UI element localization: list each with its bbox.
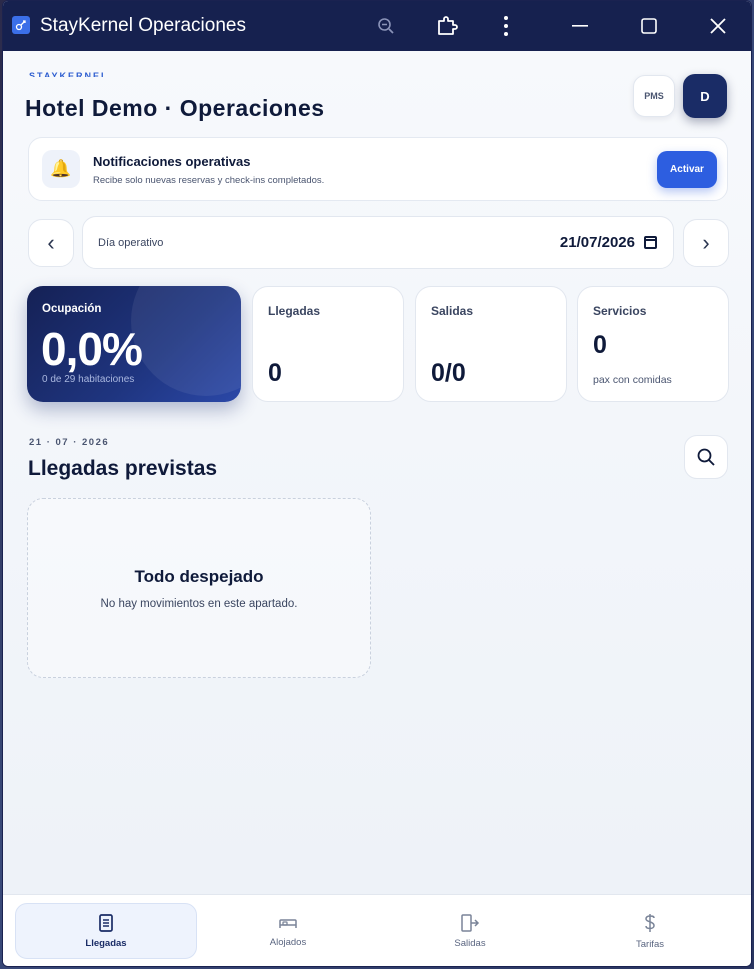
section-title: Llegadas previstas <box>28 457 218 480</box>
bell-icon: 🔔 <box>42 150 80 188</box>
decorative-circle <box>131 286 241 396</box>
pms-button[interactable]: PMS <box>633 75 675 117</box>
app-window: StayKernel Operaciones STAYKERNEL Hotel … <box>2 0 752 967</box>
occupancy-sub: 0 de 29 habitaciones <box>42 374 135 385</box>
tab-alojados[interactable]: Alojados <box>197 903 379 959</box>
empty-subtitle: No hay movimientos en este apartado. <box>100 598 298 610</box>
occupancy-value: 0,0% <box>41 323 143 375</box>
operational-day-field[interactable]: Día operativo 21/07/2026 <box>82 216 674 269</box>
section-date: 21 · 07 · 2026 <box>29 437 110 448</box>
exit-icon <box>461 913 480 932</box>
dollar-icon <box>645 913 655 932</box>
activate-button[interactable]: Activar <box>657 151 717 188</box>
tab-label: Llegadas <box>85 937 127 949</box>
search-button[interactable] <box>684 435 728 479</box>
day-label: Día operativo <box>98 237 164 249</box>
occupancy-card: Ocupación 0,0% 0 de 29 habitaciones <box>27 286 241 402</box>
notifications-title: Notificaciones operativas <box>93 154 251 169</box>
day-value[interactable]: 21/07/2026 <box>560 234 635 251</box>
next-day-button[interactable]: › <box>683 219 729 267</box>
tab-label: Tarifas <box>636 938 664 950</box>
tab-llegadas[interactable]: Llegadas <box>15 903 197 959</box>
page-title: Hotel Demo · Operaciones <box>25 95 325 121</box>
empty-title: Todo despejado <box>134 567 264 586</box>
arrivals-label: Llegadas <box>268 304 321 318</box>
services-sub: pax con comidas <box>593 374 672 386</box>
bottom-navigation: Llegadas Alojados Salidas Tarifas <box>3 894 751 966</box>
notifications-card: 🔔 Notificaciones operativas Recibe solo … <box>28 137 728 201</box>
services-label: Servicios <box>593 304 647 318</box>
search-icon <box>697 448 715 466</box>
document-icon <box>99 913 113 932</box>
departures-card: Salidas 0/0 <box>415 286 567 402</box>
window-title: StayKernel Operaciones <box>40 15 246 36</box>
arrivals-card: Llegadas 0 <box>252 286 404 402</box>
maximize-button[interactable] <box>626 1 672 51</box>
extensions-icon[interactable] <box>424 1 470 51</box>
more-options-icon[interactable] <box>483 1 529 51</box>
main-content: STAYKERNEL Hotel Demo · Operaciones PMS … <box>3 51 751 894</box>
services-card: Servicios 0 pax con comidas <box>577 286 729 402</box>
empty-state: Todo despejado No hay movimientos en est… <box>27 498 371 678</box>
avatar[interactable]: D <box>683 74 727 118</box>
minimize-button[interactable] <box>557 1 603 51</box>
zoom-out-icon[interactable] <box>363 1 409 51</box>
tab-label: Alojados <box>269 936 307 948</box>
tab-label: Salidas <box>454 937 486 949</box>
app-icon <box>12 16 30 34</box>
prev-day-button[interactable]: ‹ <box>28 219 74 267</box>
departures-label: Salidas <box>431 304 474 318</box>
close-button[interactable] <box>695 1 741 51</box>
departures-value: 0/0 <box>431 359 466 387</box>
arrivals-value: 0 <box>268 359 282 387</box>
bed-icon <box>279 918 297 928</box>
tab-tarifas[interactable]: Tarifas <box>559 903 741 959</box>
occupancy-label: Ocupación <box>42 303 102 315</box>
calendar-icon[interactable] <box>644 236 657 249</box>
brand-label: STAYKERNEL <box>29 71 109 77</box>
title-bar: StayKernel Operaciones <box>3 1 751 51</box>
services-value: 0 <box>593 331 607 359</box>
tab-salidas[interactable]: Salidas <box>379 903 561 959</box>
notifications-subtitle: Recibe solo nuevas reservas y check-ins … <box>93 175 325 186</box>
